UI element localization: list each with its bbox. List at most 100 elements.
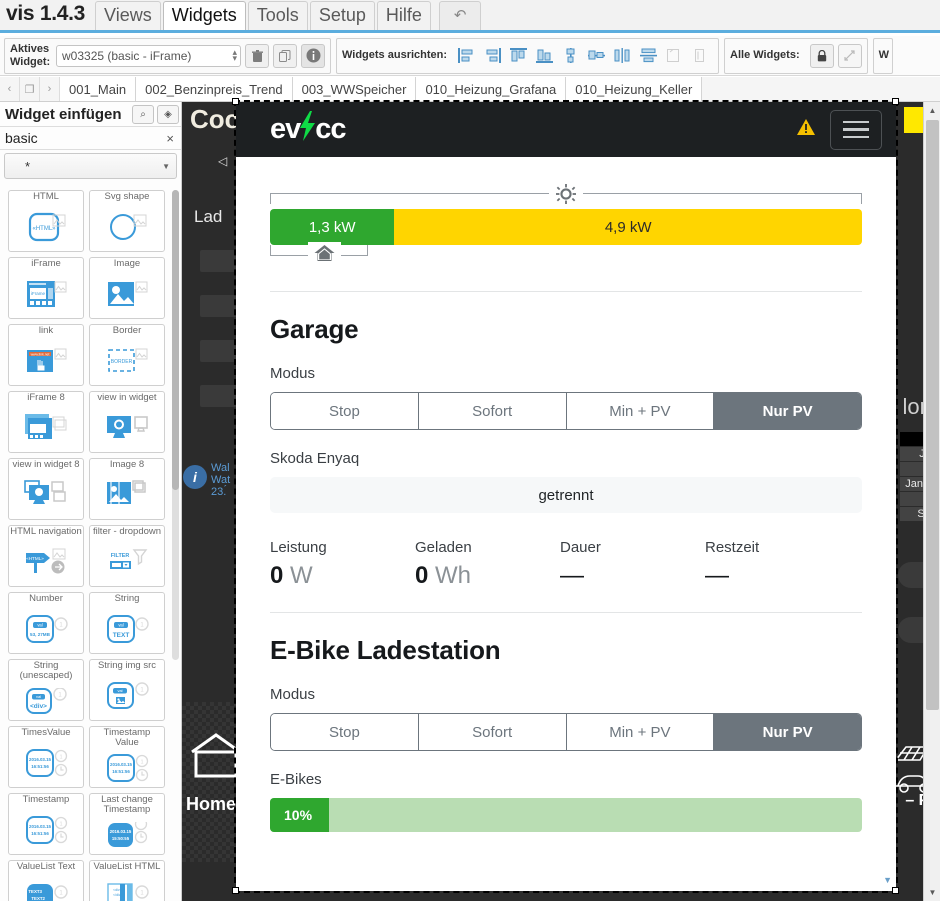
palette-scrollbar[interactable]: [172, 190, 179, 660]
canvas-info-icon[interactable]: i: [183, 465, 207, 489]
hamburger-menu-button[interactable]: [830, 109, 882, 150]
palette-widget-card[interactable]: String img src val 1: [89, 659, 165, 721]
stat-label: Dauer: [560, 539, 601, 556]
canvas-scrollbar[interactable]: ▲ ▼: [923, 102, 940, 901]
canvas-scrollbar-thumb[interactable]: [926, 120, 939, 710]
palette-widget-card[interactable]: view in widget 8: [8, 458, 84, 520]
menu-tab-views[interactable]: Views: [95, 1, 161, 30]
mode-selector-garage[interactable]: Stop Sofort Min + PV Nur PV: [270, 392, 862, 430]
mode-button-stop-garage[interactable]: Stop: [271, 393, 419, 429]
view-copy-button[interactable]: ❐: [20, 77, 40, 101]
view-tab-001-main[interactable]: 001_Main: [60, 77, 137, 101]
equal-width-icon[interactable]: [664, 46, 684, 66]
widget-info-button[interactable]: [301, 43, 325, 68]
palette-search-row[interactable]: basic ×: [0, 127, 181, 150]
palette-widget-card[interactable]: Last change Timestamp 2016.03.15 15:50:55: [89, 793, 165, 855]
view-tab-010-heizung-grafana[interactable]: 010_Heizung_Grafana: [416, 77, 567, 101]
palette-widget-card[interactable]: iFrame iFrame: [8, 257, 84, 319]
view-tab-002-benzinpreis-trend[interactable]: 002_Benzinpreis_Trend: [136, 77, 293, 101]
align-center-vertical-icon[interactable]: [560, 46, 580, 66]
svg-text:TEXT2: TEXT2: [31, 896, 45, 901]
expand-all-widgets-button[interactable]: [837, 43, 862, 68]
scroll-down-icon[interactable]: ▼: [883, 875, 892, 885]
copy-widget-button[interactable]: [273, 43, 297, 68]
menu-tab-tools[interactable]: Tools: [247, 1, 308, 30]
mode-button-nurpv-garage[interactable]: Nur PV: [714, 393, 861, 429]
mode-button-minpv-ebike[interactable]: Min + PV: [566, 714, 715, 750]
vehicle-label-garage: Skoda Enyaq: [270, 450, 360, 467]
view-tab-010-heizung-keller[interactable]: 010_Heizung_Keller: [566, 77, 703, 101]
canvas-home-label: Home: [186, 794, 237, 814]
palette-widget-card[interactable]: filter - dropdown FILTER: [89, 525, 165, 587]
align-bottom-icon[interactable]: [534, 46, 554, 66]
search-icon[interactable]: ⌕: [132, 104, 154, 124]
palette-widget-card[interactable]: ValueList TextTEXT3TEXT2TEXT11: [8, 860, 84, 901]
active-widget-select[interactable]: w03325 (basic - iFrame): [56, 44, 241, 67]
palette-widget-card[interactable]: HTML navigation «HTML»: [8, 525, 84, 587]
svg-text:2016.03.15: 2016.03.15: [110, 762, 133, 767]
palette-widget-label: TimesValue: [21, 727, 71, 738]
palette-widget-label: view in widget 8: [12, 459, 80, 470]
palette-scrollbar-thumb[interactable]: [172, 190, 179, 490]
distribute-horizontal-icon[interactable]: [612, 46, 632, 66]
close-icon[interactable]: ×: [164, 131, 176, 146]
equal-height-icon[interactable]: [690, 46, 710, 66]
svg-text:16:51:56: 16:51:56: [112, 769, 130, 774]
palette-widget-card[interactable]: String val TEXT 1: [89, 592, 165, 654]
menu-tab-widgets[interactable]: Widgets: [162, 1, 246, 30]
scroll-up-icon[interactable]: ▲: [924, 102, 940, 119]
svg-text:«HTML»: «HTML»: [26, 555, 44, 560]
view-prev-button[interactable]: ‹: [0, 77, 20, 101]
stat-value: 0 W: [270, 562, 415, 590]
palette-widget-card[interactable]: Timestamp Value 2016.03.15 16:51:56 1: [89, 726, 165, 788]
align-left-icon[interactable]: [456, 46, 476, 66]
active-widget-select-wrap[interactable]: w03325 (basic - iFrame) ▴ ▾: [56, 44, 241, 67]
resize-handle-se[interactable]: [892, 887, 899, 894]
align-right-icon[interactable]: [482, 46, 502, 66]
mode-button-nurpv-ebike[interactable]: Nur PV: [714, 714, 861, 750]
lock-all-widgets-button[interactable]: [809, 43, 834, 68]
palette-filter-value: *: [25, 158, 31, 174]
palette-widget-card[interactable]: Number val 53, 27MB 1: [8, 592, 84, 654]
palette-widget-card[interactable]: HTML «HTML»: [8, 190, 84, 252]
palette-widget-card[interactable]: Timestamp 2016.03.15 16:51:56 1: [8, 793, 84, 855]
palette-widget-preview-icon: [90, 470, 164, 519]
align-top-icon[interactable]: [508, 46, 528, 66]
palette-filter-select[interactable]: * ▼: [4, 153, 177, 179]
evcc-iframe-widget[interactable]: ev cc 1,3 kW 4,9 kW Garage Modus Stop So…: [234, 100, 898, 893]
evcc-inner-scrollbar[interactable]: ▼: [880, 157, 894, 889]
palette-widget-card[interactable]: TimesValue 2016.03.15 16:51:56 1: [8, 726, 84, 788]
palette-widget-card[interactable]: Image: [89, 257, 165, 319]
align-center-horizontal-icon[interactable]: [586, 46, 606, 66]
mode-button-sofort-garage[interactable]: Sofort: [418, 393, 567, 429]
warning-triangle-icon[interactable]: [796, 118, 816, 141]
stat-number: 0: [415, 562, 429, 589]
scroll-down-icon[interactable]: ▼: [924, 884, 940, 901]
palette-widget-card[interactable]: iFrame 8: [8, 391, 84, 453]
view-next-button[interactable]: ›: [40, 77, 60, 101]
view-tab-003-wwspeicher[interactable]: 003_WWSpeicher: [292, 77, 417, 101]
menu-tab-hilfe[interactable]: Hilfe: [376, 1, 431, 30]
palette-widget-card[interactable]: Svg shape: [89, 190, 165, 252]
mode-selector-ebike[interactable]: Stop Sofort Min + PV Nur PV: [270, 713, 862, 751]
palette-widget-card[interactable]: Image 8: [89, 458, 165, 520]
mode-button-minpv-garage[interactable]: Min + PV: [566, 393, 715, 429]
menu-tab-setup[interactable]: Setup: [309, 1, 375, 30]
undo-button[interactable]: ↶: [438, 1, 482, 30]
palette-widget-card[interactable]: link www.link.net: [8, 324, 84, 386]
palette-widget-card[interactable]: String (unescaped) val <div> 1: [8, 659, 84, 721]
palette-widget-card[interactable]: Border BORDER: [89, 324, 165, 386]
canvas-collapse-icon[interactable]: ◁: [218, 154, 227, 168]
tag-icon[interactable]: ◈: [157, 104, 179, 124]
palette-search-input[interactable]: basic: [5, 130, 164, 146]
resize-handle-ne[interactable]: [892, 98, 899, 105]
resize-handle-sw[interactable]: [232, 887, 239, 894]
mode-button-stop-ebike[interactable]: Stop: [271, 714, 419, 750]
mode-button-sofort-ebike[interactable]: Sofort: [418, 714, 567, 750]
resize-handle-nw[interactable]: [232, 98, 239, 105]
svg-text:2016.03.15: 2016.03.15: [110, 829, 132, 834]
delete-widget-button[interactable]: [245, 43, 269, 68]
palette-widget-card[interactable]: view in widget: [89, 391, 165, 453]
distribute-vertical-icon[interactable]: [638, 46, 658, 66]
palette-widget-card[interactable]: ValueList HTML<div></div></div>1: [89, 860, 165, 901]
